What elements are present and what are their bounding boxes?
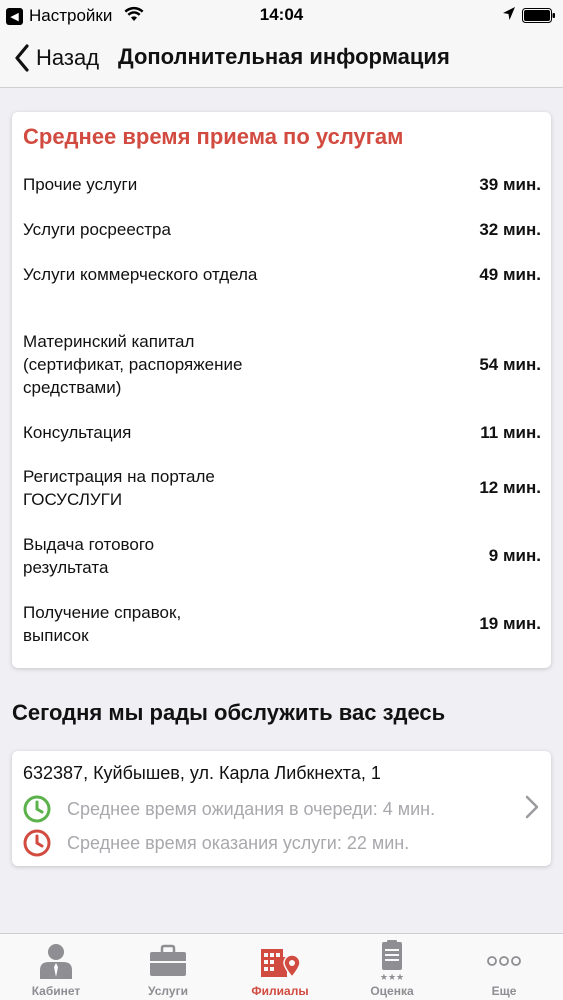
service-time: 54 мин.: [479, 354, 541, 374]
building-icon: [261, 949, 301, 979]
tab-more[interactable]: Еще: [448, 934, 560, 1000]
service-time-text: Среднее время оказания услуги: 22 мин.: [67, 832, 410, 853]
branch-section-heading: Сегодня мы рады обслужить вас здесь: [12, 700, 446, 725]
page-title: Дополнительная информация: [118, 44, 450, 69]
clock-icon: [23, 795, 51, 823]
service-time: 39 мин.: [479, 174, 541, 194]
service-row: Услуги росреестра 32 мин.: [23, 218, 541, 241]
chevron-left-icon: [15, 44, 29, 72]
status-time: 14:04: [259, 5, 304, 24]
navigation-bar: Назад Дополнительная информация: [0, 30, 563, 88]
service-name: Консультация: [23, 423, 132, 442]
tab-services[interactable]: Услуги: [112, 934, 224, 1000]
tab-label: Кабинет: [31, 984, 81, 998]
service-row: Регистрация на портале ГОСУСЛУГИ 12 мин.: [23, 465, 541, 511]
service-name: Услуги коммерческого отдела: [23, 265, 258, 284]
battery-icon: [522, 8, 555, 23]
branch-address: 632387, Куйбышев, ул. Карла Либкнехта, 1: [23, 763, 381, 783]
back-button[interactable]: Назад: [14, 42, 99, 74]
wait-time-line: Среднее время ожидания в очереди: 4 мин.: [23, 795, 435, 823]
service-time: 9 мин.: [488, 546, 541, 565]
service-name: Материнский капитал (сертификат, распоря…: [23, 332, 243, 397]
service-times-card: Среднее время приема по услугам Прочие у…: [12, 112, 551, 668]
service-name: Выдача готового результата: [23, 535, 155, 577]
more-icon: [487, 956, 521, 966]
clock-icon: [23, 829, 51, 857]
service-time-line: Среднее время оказания услуги: 22 мин.: [23, 829, 409, 857]
briefcase-icon: [150, 944, 186, 976]
tab-label: Оценка: [370, 984, 414, 998]
tab-branches[interactable]: Филиалы: [224, 934, 336, 1000]
service-name: Прочие услуги: [23, 175, 138, 194]
service-time: 19 мин.: [479, 614, 541, 633]
service-times-title: Среднее время приема по услугам: [23, 124, 404, 149]
tab-label: Филиалы: [251, 984, 309, 998]
service-time: 11 мин.: [480, 422, 541, 442]
service-time: 49 мин.: [479, 264, 541, 284]
service-row: Получение справок, выписок 19 мин.: [23, 601, 541, 647]
back-button-label: Назад: [36, 45, 100, 70]
service-name: Регистрация на портале ГОСУСЛУГИ: [23, 467, 215, 509]
service-row: Материнский капитал (сертификат, распоря…: [23, 330, 541, 399]
service-time: 32 мин.: [479, 219, 541, 239]
service-time: 12 мин.: [479, 478, 541, 497]
service-row: Прочие услуги 39 мин.: [23, 173, 541, 196]
service-row: Услуги коммерческого отдела 49 мин.: [23, 263, 541, 286]
service-name: Получение справок, выписок: [23, 603, 182, 645]
tab-label: Еще: [491, 984, 517, 998]
branch-card[interactable]: 632387, Куйбышев, ул. Карла Либкнехта, 1…: [12, 751, 551, 866]
service-row: Выдача готового результата 9 мин.: [23, 533, 541, 579]
svg-text:★★★: ★★★: [380, 973, 404, 982]
tab-bar: Кабинет Услуги Филиалы ★★★ Оценка Еще: [0, 933, 563, 1000]
tab-cabinet[interactable]: Кабинет: [0, 934, 112, 1000]
location-arrow-icon: [503, 7, 515, 20]
person-icon: [40, 944, 72, 979]
chevron-right-icon: [525, 795, 539, 819]
wait-time-text: Среднее время ожидания в очереди: 4 мин.: [67, 798, 436, 819]
tab-label: Услуги: [148, 984, 188, 998]
service-row: Консультация 11 мин.: [23, 421, 541, 444]
status-bar: ◀ Настройки 14:04: [0, 0, 563, 30]
service-name: Услуги росреестра: [23, 220, 171, 239]
tab-rating[interactable]: ★★★ Оценка: [336, 934, 448, 1000]
clipboard-icon: ★★★: [380, 940, 404, 982]
